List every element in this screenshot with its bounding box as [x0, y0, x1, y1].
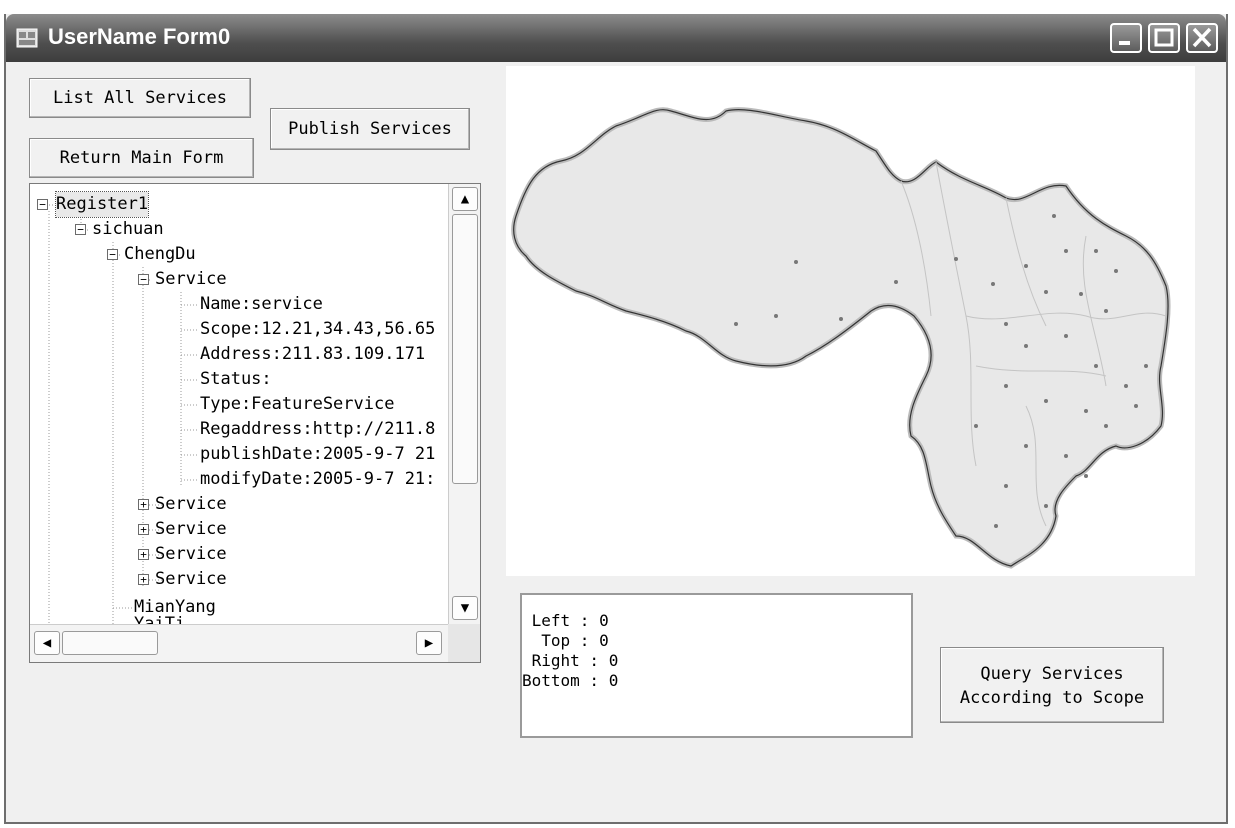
query-button-line1: Query Services	[980, 664, 1124, 684]
tree-node-service[interactable]: Service	[155, 267, 227, 292]
coord-right: Right : 0	[522, 651, 619, 670]
service-detail-status[interactable]: Status:	[200, 367, 272, 392]
service-detail-type[interactable]: Type:FeatureService	[200, 392, 394, 417]
query-services-button[interactable]: Query Services According to Scope	[940, 647, 1164, 723]
service-detail-scope[interactable]: Scope:12.21,34.43,56.65	[200, 317, 435, 342]
minimize-icon	[1119, 41, 1130, 45]
close-button[interactable]	[1186, 23, 1218, 53]
vertical-scrollbar[interactable]: ▲ ▼	[448, 184, 480, 624]
service-detail-publish-date[interactable]: publishDate:2005-9-7 21	[200, 442, 435, 467]
collapse-toggle[interactable]: −	[37, 199, 48, 210]
return-main-form-button[interactable]: Return Main Form	[29, 138, 254, 178]
scrollbar-corner	[448, 624, 480, 662]
publish-services-button[interactable]: Publish Services	[270, 108, 470, 150]
scroll-thumb[interactable]	[452, 214, 478, 484]
tree-node-register1[interactable]: Register1	[54, 191, 150, 218]
scroll-right-button[interactable]: ▶	[416, 631, 442, 655]
map-region-shape	[511, 107, 1171, 569]
app-icon	[16, 28, 38, 48]
service-detail-regaddress[interactable]: Regaddress:http://211.8	[200, 417, 435, 442]
title-bar[interactable]: UserName Form0	[6, 14, 1226, 62]
coord-top: Top : 0	[522, 631, 609, 650]
map-view[interactable]	[506, 66, 1195, 576]
tree-node-chengdu[interactable]: ChengDu	[124, 242, 196, 267]
query-button-line2: According to Scope	[959, 688, 1145, 708]
service-detail-modify-date[interactable]: modifyDate:2005-9-7 21:	[200, 467, 435, 492]
scroll-up-button[interactable]: ▲	[452, 187, 478, 211]
expand-toggle[interactable]: +	[138, 574, 149, 585]
minimize-button[interactable]	[1110, 23, 1142, 53]
service-detail-address[interactable]: Address:211.83.109.171	[200, 342, 425, 367]
maximize-icon	[1154, 28, 1174, 47]
coord-bottom: Bottom : 0	[522, 671, 619, 690]
collapse-toggle[interactable]: −	[107, 249, 118, 260]
collapse-toggle[interactable]: −	[138, 274, 149, 285]
expand-toggle[interactable]: +	[138, 524, 149, 535]
hscroll-thumb[interactable]	[62, 631, 158, 655]
expand-toggle[interactable]: +	[138, 499, 149, 510]
services-tree[interactable]: − Register1 − sichuan − ChengDu − Servic…	[29, 183, 481, 663]
scope-coordinates-panel: Left : 0 Top : 0 Right : 0 Bottom : 0	[520, 593, 913, 738]
service-detail-name[interactable]: Name:service	[200, 292, 323, 317]
tree-node-service[interactable]: Service	[155, 567, 227, 592]
list-all-services-button[interactable]: List All Services	[29, 78, 251, 118]
window-title: UserName Form0	[48, 24, 231, 49]
coord-left: Left : 0	[522, 611, 609, 630]
expand-toggle[interactable]: +	[138, 549, 149, 560]
scroll-left-button[interactable]: ◀	[34, 631, 60, 655]
tree-node-sichuan[interactable]: sichuan	[92, 217, 164, 242]
tree-node-service[interactable]: Service	[155, 492, 227, 517]
close-icon	[1192, 27, 1212, 48]
region-map[interactable]	[506, 66, 1195, 576]
maximize-button[interactable]	[1148, 23, 1180, 53]
collapse-toggle[interactable]: −	[75, 224, 86, 235]
horizontal-scrollbar[interactable]: ◀ ▶	[30, 624, 448, 662]
tree-node-service[interactable]: Service	[155, 517, 227, 542]
tree-node-service[interactable]: Service	[155, 542, 227, 567]
scroll-down-button[interactable]: ▼	[452, 596, 478, 620]
